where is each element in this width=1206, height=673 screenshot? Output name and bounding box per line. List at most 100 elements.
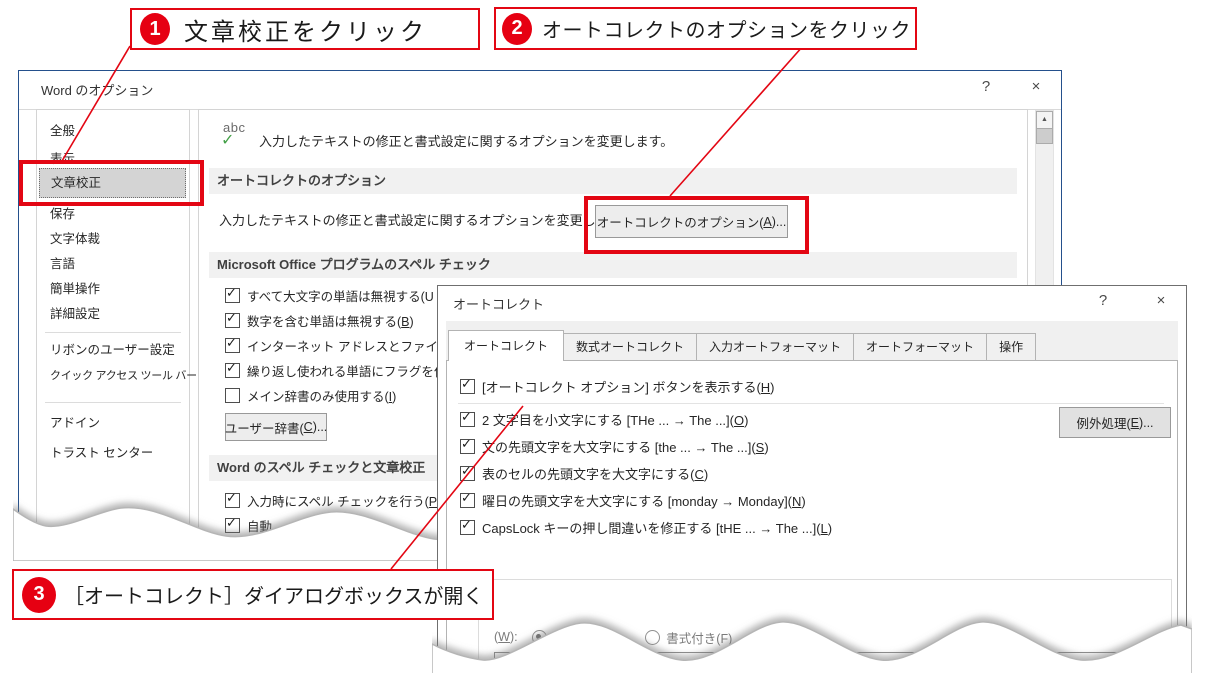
callout-step3: 3 ［オートコレクト］ダイアログボックスが開く <box>12 569 494 620</box>
checkbox-icon: ✓ <box>225 288 240 303</box>
checkbox-correct-two-initial-capitals[interactable]: ✓ 2 文字目を小文字にする [THe ... → The ...](O) <box>460 409 748 429</box>
step3-label: ［オートコレクト］ダイアログボックスが開く <box>64 580 483 609</box>
replace-text-input[interactable] <box>494 652 1172 673</box>
checkbox-label: 入力時にスペル チェックを行う(P) <box>247 491 441 510</box>
checkbox-capitalize-first-letter-sentence[interactable]: ✓ 文の先頭文字を大文字にする [the ... → The ...](S) <box>460 436 769 456</box>
tab-autoformat[interactable]: オートフォーマット <box>853 333 987 361</box>
autocorrect-title: オートコレクト <box>453 294 544 313</box>
sidebar-item-accessibility[interactable]: 簡単操作 <box>50 276 182 302</box>
check-glyph: ✓ <box>226 490 237 506</box>
check-glyph: ✓ <box>461 490 472 506</box>
checkbox-icon: ✓ <box>460 379 475 394</box>
replace-with-label-fragment: (W): <box>494 630 518 644</box>
checkbox-ignore-uppercase[interactable]: ✓ すべて大文字の単語は無視する(U <box>225 285 434 305</box>
custom-dictionaries-button[interactable]: ユーザー辞書(C)... <box>225 413 327 441</box>
screenshot-canvas: Word のオプション ? × 全般 表示 文章校正 保存 文字体裁 言語 簡単… <box>0 0 1206 673</box>
checkbox-icon: ✓ <box>460 439 475 454</box>
checkbox-ignore-numbers[interactable]: ✓ 数字を含む単語は無視する(B) <box>225 310 414 330</box>
tab-actions[interactable]: 操作 <box>986 333 1036 361</box>
callout-step1: 1 文章校正をクリック <box>130 8 480 50</box>
section-header-autocorrect-options: オートコレクトのオプション <box>209 168 1017 194</box>
checkbox-icon: ✓ <box>460 493 475 508</box>
checkbox-label: 数字を含む単語は無視する(B) <box>247 311 414 330</box>
checkbox-icon: ✓ <box>225 363 240 378</box>
check-glyph: ✓ <box>226 515 237 531</box>
checkbox-icon: ✓ <box>460 412 475 427</box>
section-header-office-spellcheck: Microsoft Office プログラムのスペル チェック <box>209 252 1017 278</box>
step2-label: オートコレクトのオプションをクリック <box>542 14 911 43</box>
callout-step2: 2 オートコレクトのオプションをクリック <box>494 7 917 50</box>
sidebar-item-typography[interactable]: 文字体裁 <box>50 226 182 252</box>
checkbox-label: 2 文字目を小文字にする [THe ... → The ...](O) <box>482 410 748 429</box>
checkbox-main-dictionary-only[interactable]: メイン辞書のみ使用する(I) <box>225 385 396 405</box>
check-glyph: ✓ <box>461 517 472 533</box>
checkbox-auto[interactable]: ✓ 自動 <box>225 515 272 535</box>
sidebar-divider <box>45 402 181 403</box>
radio-plain-text-label: 書式なし(P) <box>553 628 620 647</box>
checkbox-check-spelling-as-you-type[interactable]: ✓ 入力時にスペル チェックを行う(P) <box>225 490 441 510</box>
tab-bar: オートコレクト 数式オートコレクト 入力オートフォーマット オートフォーマット … <box>448 330 1035 361</box>
sidebar-item-language[interactable]: 言語 <box>50 251 182 277</box>
checkbox-label: 曜日の先頭文字を大文字にする [monday → Monday](N) <box>482 491 806 510</box>
abc-check-icon: ✓ <box>221 130 234 150</box>
checkbox-icon: ✓ <box>225 493 240 508</box>
radio-formatted-text-label: 書式付き(F) <box>666 628 732 647</box>
checkbox-label: 文の先頭文字を大文字にする [the ... → The ...](S) <box>482 437 769 456</box>
exceptions-button[interactable]: 例外処理(E)... <box>1059 407 1171 438</box>
tab-math-autocorrect[interactable]: 数式オートコレクト <box>563 333 697 361</box>
option-divider <box>458 403 1164 404</box>
check-glyph: ✓ <box>461 376 472 392</box>
checkbox-label: 繰り返し使われる単語にフラグを付 <box>247 361 446 380</box>
checkbox-icon: ✓ <box>225 313 240 328</box>
check-glyph: ✓ <box>461 463 472 479</box>
scroll-up-icon[interactable]: ▲ <box>1036 111 1053 129</box>
step1-label: 文章校正をクリック <box>184 12 427 47</box>
sidebar-divider <box>45 332 181 333</box>
checkbox-label: [オートコレクト オプション] ボタンを表示する(H) <box>482 377 775 396</box>
sidebar-item-advanced[interactable]: 詳細設定 <box>50 301 182 327</box>
check-glyph: ✓ <box>226 285 237 301</box>
sidebar-item-quick-access[interactable]: クイック アクセス ツール バー <box>50 363 182 389</box>
autocorrect-section-description: 入力したテキストの修正と書式設定に関するオプションを変更します。 <box>219 210 633 229</box>
checkbox-icon: ✓ <box>460 520 475 535</box>
help-icon[interactable]: ? <box>971 76 1001 98</box>
tab-autoformat-as-you-type[interactable]: 入力オートフォーマット <box>696 333 854 361</box>
check-glyph: ✓ <box>461 409 472 425</box>
tab-autocorrect[interactable]: オートコレクト <box>448 330 564 361</box>
scrollbar-thumb[interactable] <box>1036 128 1053 144</box>
close-icon[interactable]: × <box>1146 290 1176 312</box>
checkbox-correct-caps-lock[interactable]: ✓ CapsLock キーの押し間違いを修正する [tHE ... → The … <box>460 517 832 537</box>
sidebar-item-addins[interactable]: アドイン <box>50 410 182 436</box>
word-options-title: Word のオプション <box>41 80 153 99</box>
checkbox-show-autocorrect-buttons[interactable]: ✓ [オートコレクト オプション] ボタンを表示する(H) <box>460 376 775 396</box>
proofing-intro-text: 入力したテキストの修正と書式設定に関するオプションを変更します。 <box>259 131 673 150</box>
checkbox-capitalize-table-cells[interactable]: ✓ 表のセルの先頭文字を大文字にする(C) <box>460 463 708 483</box>
check-glyph: ✓ <box>226 335 237 351</box>
checkbox-label: 表のセルの先頭文字を大文字にする(C) <box>482 464 708 483</box>
step1-number-badge: 1 <box>140 13 170 45</box>
checkbox-icon: ✓ <box>225 518 240 533</box>
checkbox-icon: ✓ <box>460 466 475 481</box>
highlight-box-proofing <box>19 160 204 206</box>
sidebar-item-ribbon[interactable]: リボンのユーザー設定 <box>50 337 182 363</box>
close-icon[interactable]: × <box>1021 76 1051 98</box>
step3-number-badge: 3 <box>22 577 56 613</box>
step2-number-badge: 2 <box>502 13 532 45</box>
checkbox-icon <box>225 388 240 403</box>
sidebar-item-general[interactable]: 全般 <box>50 118 182 144</box>
help-icon[interactable]: ? <box>1088 290 1118 312</box>
radio-plain-text[interactable] <box>532 630 547 645</box>
highlight-box-autocorrect-button <box>584 196 809 254</box>
radio-formatted-text[interactable] <box>645 630 660 645</box>
checkbox-capitalize-days[interactable]: ✓ 曜日の先頭文字を大文字にする [monday → Monday](N) <box>460 490 806 510</box>
check-glyph: ✓ <box>226 360 237 376</box>
checkbox-flag-repeated-words[interactable]: ✓ 繰り返し使われる単語にフラグを付 <box>225 360 446 380</box>
checkbox-icon: ✓ <box>225 338 240 353</box>
checkbox-label: CapsLock キーの押し間違いを修正する [tHE ... → The ..… <box>482 518 832 537</box>
autocorrect-dialog: オートコレクト ? × オートコレクト 数式オートコレクト 入力オートフォーマッ… <box>437 285 1187 667</box>
checkbox-label: すべて大文字の単語は無視する(U <box>247 286 434 305</box>
check-glyph: ✓ <box>461 436 472 452</box>
replace-with-row: (W): 書式なし(P) 書式付き(F) <box>494 627 732 647</box>
sidebar-item-trust-center[interactable]: トラスト センター <box>50 440 182 466</box>
checkbox-label: メイン辞書のみ使用する(I) <box>247 386 396 405</box>
